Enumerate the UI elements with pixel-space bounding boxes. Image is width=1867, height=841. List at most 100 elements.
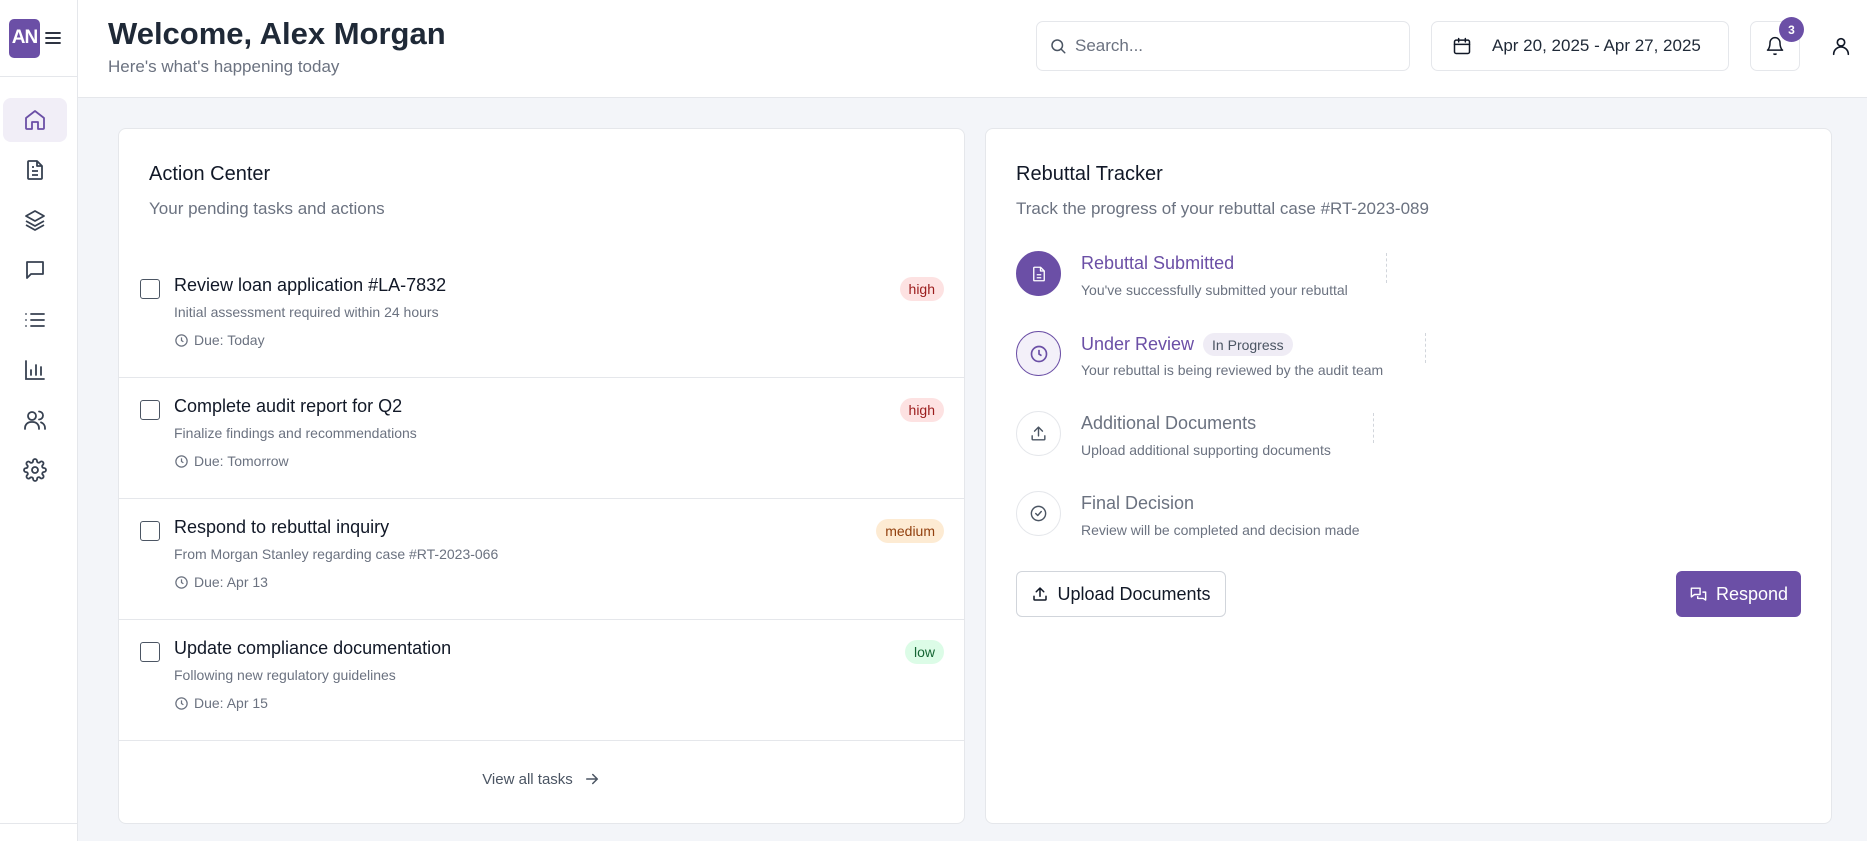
view-all-tasks-link[interactable]: View all tasks [119,770,964,788]
step-description: You've successfully submitted your rebut… [1081,282,1348,298]
logo[interactable]: AN [9,18,40,58]
layers-icon [25,210,45,231]
tracker-step: Additional Documents Upload additional s… [1016,411,1716,471]
message-icon [26,261,44,279]
view-all-label: View all tasks [482,770,573,788]
tracker-step: Under Review In Progress Your rebuttal i… [1016,331,1716,391]
sidebar-nav [0,77,77,492]
task-due: Due: Apr 13 [174,574,268,590]
step-indicator [1016,411,1061,456]
task-due-label: Due: Tomorrow [194,453,289,469]
task-checkbox[interactable] [140,521,160,541]
action-center-title: Action Center [149,163,271,185]
task-due: Due: Apr 15 [174,695,268,711]
sidebar-item-list[interactable] [3,298,67,342]
date-range-label: Apr 20, 2025 - Apr 27, 2025 [1492,36,1701,55]
priority-badge: high [899,277,944,301]
search-input[interactable] [1075,36,1375,56]
priority-badge: low [904,640,944,664]
step-connector [1386,253,1387,283]
task-description: Initial assessment required within 24 ho… [174,304,439,320]
rebuttal-tracker-card: Rebuttal Tracker Track the progress of y… [985,128,1832,824]
document-icon [1032,266,1045,281]
step-title-text: Rebuttal Submitted [1081,253,1235,273]
step-connector [1425,333,1426,363]
task-due-label: Due: Today [194,332,265,348]
task-checkbox[interactable] [140,642,160,662]
clock-icon [175,454,188,468]
task-title[interactable]: Update compliance documentation [174,638,451,659]
priority-badge: medium [876,519,944,543]
upload-icon [1031,426,1046,441]
tracker-step: Final Decision Review will be completed … [1016,491,1716,551]
messages-icon [1690,586,1707,601]
task-due-label: Due: Apr 15 [194,695,268,711]
gear-icon [23,458,47,482]
date-range-picker[interactable]: Apr 20, 2025 - Apr 27, 2025 [1431,21,1729,71]
task-item: Respond to rebuttal inquiry From Morgan … [119,499,964,620]
step-description: Upload additional supporting documents [1081,442,1331,458]
sidebar-divider [0,823,78,824]
file-icon [27,160,43,180]
header: Welcome, Alex Morgan Here's what's happe… [78,0,1867,98]
user-icon [1832,37,1850,56]
task-description: From Morgan Stanley regarding case #RT-2… [174,546,499,562]
task-due: Due: Today [174,332,265,348]
step-title: Under Review In Progress [1081,333,1293,356]
sidebar-item-messages[interactable] [3,248,67,292]
step-title-text: Final Decision [1081,493,1195,513]
clock-icon [1030,345,1047,362]
step-title: Additional Documents [1081,413,1256,434]
page-title: Welcome, Alex Morgan [108,16,446,51]
page-subtitle: Here's what's happening today [108,57,340,76]
list-icon [25,313,45,327]
step-indicator [1016,491,1061,536]
task-item: Update compliance documentation Followin… [119,620,964,741]
step-title: Rebuttal Submitted [1081,253,1234,274]
respond-button[interactable]: Respond [1676,571,1801,617]
task-description: Finalize findings and recommendations [174,425,417,441]
bar-chart-icon [25,360,45,380]
task-due-label: Due: Apr 13 [194,574,268,590]
task-title[interactable]: Review loan application #LA-7832 [174,275,446,296]
users-icon [24,410,46,430]
task-checkbox[interactable] [140,400,160,420]
task-description: Following new regulatory guidelines [174,667,396,683]
sidebar-item-analytics[interactable] [3,348,67,392]
upload-documents-button[interactable]: Upload Documents [1016,571,1226,617]
clock-icon [175,333,188,347]
rebuttal-tracker-title: Rebuttal Tracker [1016,163,1163,185]
home-icon [25,110,45,130]
status-badge: In Progress [1203,333,1293,356]
search-box[interactable] [1036,21,1410,71]
task-due: Due: Tomorrow [174,453,289,469]
sidebar-item-settings[interactable] [3,448,67,492]
notification-badge: 3 [1779,17,1804,42]
sidebar-item-layers[interactable] [3,198,67,242]
respond-label: Respond [1715,583,1789,604]
rebuttal-tracker-description: Track the progress of your rebuttal case… [1016,199,1429,218]
step-title-text: Under Review [1081,334,1195,354]
step-indicator [1016,251,1061,296]
arrow-right-icon [585,773,599,785]
task-checkbox[interactable] [140,279,160,299]
sidebar-item-users[interactable] [3,398,67,442]
bell-icon [1766,36,1784,56]
sidebar-header: AN [0,0,77,77]
step-title: Final Decision [1081,493,1194,514]
upload-documents-label: Upload Documents [1057,583,1211,604]
step-title-text: Additional Documents [1081,413,1257,433]
check-circle-icon [1030,505,1047,522]
sidebar-item-home[interactable] [3,98,67,142]
task-item: Review loan application #LA-7832 Initial… [119,257,964,378]
step-indicator [1016,331,1061,376]
sidebar-item-documents[interactable] [3,148,67,192]
step-description: Review will be completed and decision ma… [1081,522,1360,538]
search-icon [1051,39,1066,54]
task-title[interactable]: Complete audit report for Q2 [174,396,402,417]
calendar-icon [1453,37,1471,55]
user-menu-button[interactable] [1830,35,1852,57]
step-description: Your rebuttal is being reviewed by the a… [1081,362,1384,378]
menu-icon[interactable] [42,27,64,49]
task-title[interactable]: Respond to rebuttal inquiry [174,517,389,538]
